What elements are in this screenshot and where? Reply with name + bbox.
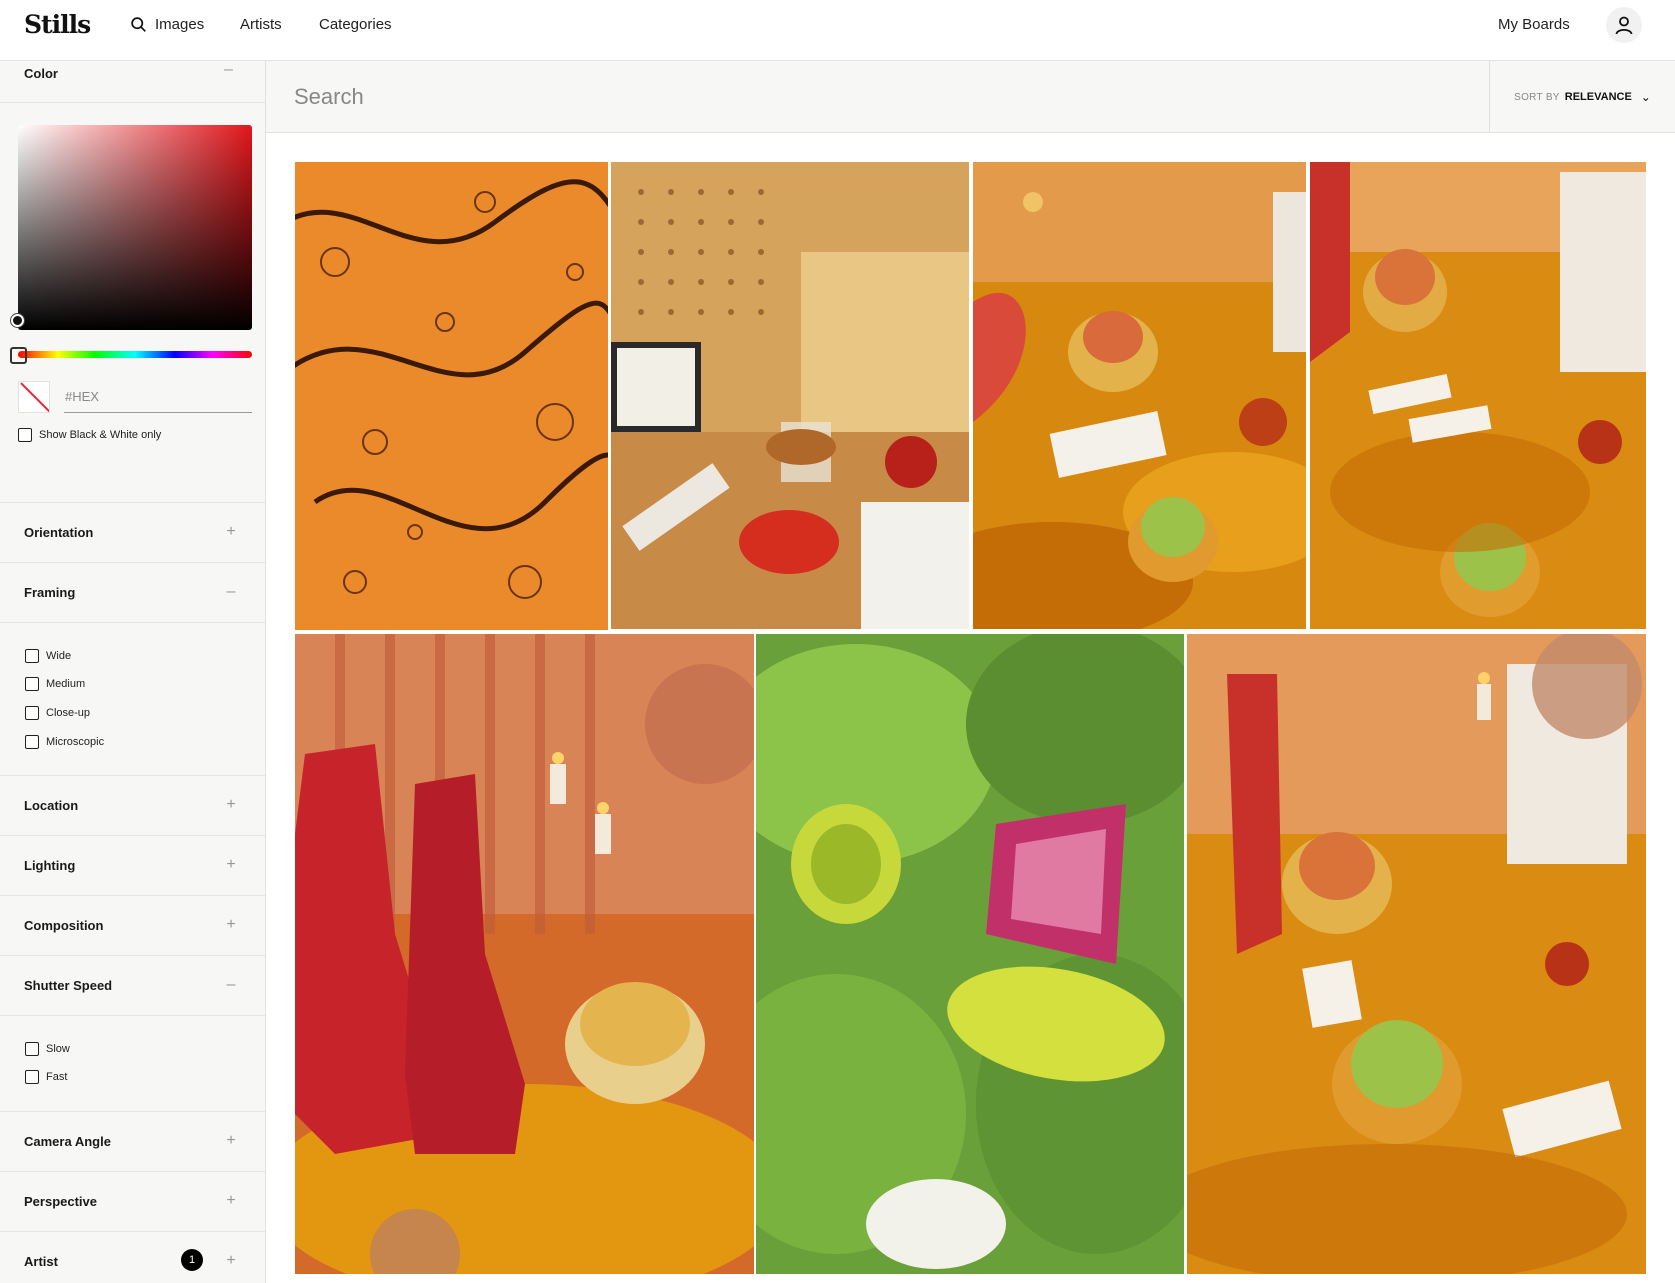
filter-lighting-label: Lighting — [24, 858, 76, 873]
framing-option-label: Microscopic — [46, 736, 105, 748]
filter-location-label: Location — [24, 798, 79, 813]
logo[interactable]: Stills — [24, 10, 91, 39]
expand-icon[interactable]: + — [224, 853, 238, 877]
framing-option-label: Close-up — [46, 707, 91, 719]
gallery-image-orange-bubbles[interactable] — [295, 162, 608, 630]
hue-slider-handle[interactable] — [10, 347, 27, 364]
filter-artist-header[interactable]: Artist 1 + — [0, 1232, 265, 1283]
checkbox-box[interactable] — [25, 649, 39, 663]
filter-sidebar: Color – Show Black & White only Orientat… — [0, 61, 266, 1283]
filter-shutter-speed-label: Shutter Speed — [24, 978, 113, 993]
expand-icon[interactable]: + — [224, 520, 238, 544]
collapse-icon[interactable]: – — [224, 973, 238, 997]
framing-option-label: Medium — [46, 678, 86, 690]
nav-categories-link[interactable]: Categories — [319, 16, 392, 33]
expand-icon[interactable]: + — [224, 1129, 238, 1153]
my-boards-link[interactable]: My Boards — [1498, 16, 1570, 33]
filter-perspective-label: Perspective — [24, 1194, 97, 1209]
sort-dropdown[interactable]: SORT BY RELEVANCE ⌄ — [1489, 61, 1675, 133]
filter-lighting-header[interactable]: Lighting + — [0, 836, 265, 896]
checkbox-box[interactable] — [25, 1070, 39, 1084]
filter-orientation-header[interactable]: Orientation + — [0, 503, 265, 563]
filter-camera-angle-header[interactable]: Camera Angle + — [0, 1112, 265, 1172]
expand-icon[interactable]: + — [224, 913, 238, 937]
checkbox-box[interactable] — [25, 735, 39, 749]
expand-icon[interactable]: + — [224, 793, 238, 817]
search-icon — [131, 17, 146, 32]
sort-value: RELEVANCE — [1564, 91, 1632, 103]
expand-icon[interactable]: + — [224, 1189, 238, 1213]
nav-artists-link[interactable]: Artists — [240, 16, 282, 33]
filter-location-header[interactable]: Location + — [0, 776, 265, 836]
framing-option-medium[interactable]: Medium — [25, 677, 85, 691]
framing-option-wide[interactable]: Wide — [25, 649, 71, 663]
user-icon — [1615, 16, 1633, 35]
filter-composition-label: Composition — [24, 918, 104, 933]
bw-only-label: Show Black & White only — [39, 429, 162, 441]
color-swatch-none[interactable] — [18, 381, 50, 413]
framing-option-label: Wide — [46, 650, 72, 662]
framing-option-microscopic[interactable]: Microscopic — [25, 735, 104, 749]
filter-camera-angle-label: Camera Angle — [24, 1134, 111, 1149]
color-picker-handle[interactable] — [11, 314, 24, 327]
filter-perspective-header[interactable]: Perspective + — [0, 1172, 265, 1232]
hue-slider[interactable] — [18, 351, 252, 358]
filter-shutter-speed-header[interactable]: Shutter Speed – — [0, 956, 265, 1016]
gallery-image-party-table-disco[interactable] — [1187, 634, 1646, 1274]
sort-prefix: SORT BY — [1514, 91, 1560, 103]
shutter-option-label: Fast — [46, 1071, 68, 1083]
framing-option-close-up[interactable]: Close-up — [25, 706, 90, 720]
checkbox-box[interactable] — [18, 428, 32, 442]
checkbox-box[interactable] — [25, 677, 39, 691]
nav-images-link[interactable]: Images — [130, 16, 204, 33]
checkbox-box[interactable] — [25, 1042, 39, 1056]
filter-color-header[interactable]: Color – — [0, 61, 265, 103]
shutter-option-fast[interactable]: Fast — [25, 1070, 67, 1084]
nav-images-label: Images — [155, 16, 205, 33]
artist-count-badge: 1 — [181, 1249, 203, 1271]
collapse-icon[interactable]: – — [224, 580, 238, 604]
chevron-down-icon: ⌄ — [1640, 90, 1651, 104]
color-picker-field[interactable] — [18, 125, 252, 330]
filter-framing-header[interactable]: Framing – — [0, 563, 265, 623]
filter-artist-label: Artist — [24, 1254, 58, 1269]
gallery-image-green-salad[interactable] — [756, 634, 1184, 1274]
filter-color-label: Color — [24, 66, 58, 81]
collapse-icon[interactable]: – — [224, 61, 233, 79]
shutter-option-slow[interactable]: Slow — [25, 1042, 70, 1056]
gallery-image-red-cowboy-boots[interactable] — [295, 634, 754, 1274]
gallery-image-pegboard-desk[interactable] — [611, 162, 969, 629]
shutter-option-label: Slow — [46, 1043, 70, 1055]
gallery-image-gold-satin-table[interactable] — [973, 162, 1306, 629]
filter-framing-label: Framing — [24, 585, 76, 600]
expand-icon[interactable]: + — [224, 1249, 238, 1273]
search-bar: SORT BY RELEVANCE ⌄ — [266, 61, 1675, 133]
gallery-image-gold-satin-table-wide[interactable] — [1310, 162, 1646, 629]
top-nav: Stills Images Artists Categories My Boar… — [0, 0, 1675, 61]
bw-only-checkbox[interactable]: Show Black & White only — [18, 428, 161, 442]
hex-input[interactable] — [64, 381, 252, 413]
search-input[interactable] — [294, 79, 1394, 115]
filter-orientation-label: Orientation — [24, 525, 94, 540]
checkbox-box[interactable] — [25, 706, 39, 720]
filter-composition-header[interactable]: Composition + — [0, 896, 265, 956]
user-account-button[interactable] — [1606, 7, 1642, 43]
